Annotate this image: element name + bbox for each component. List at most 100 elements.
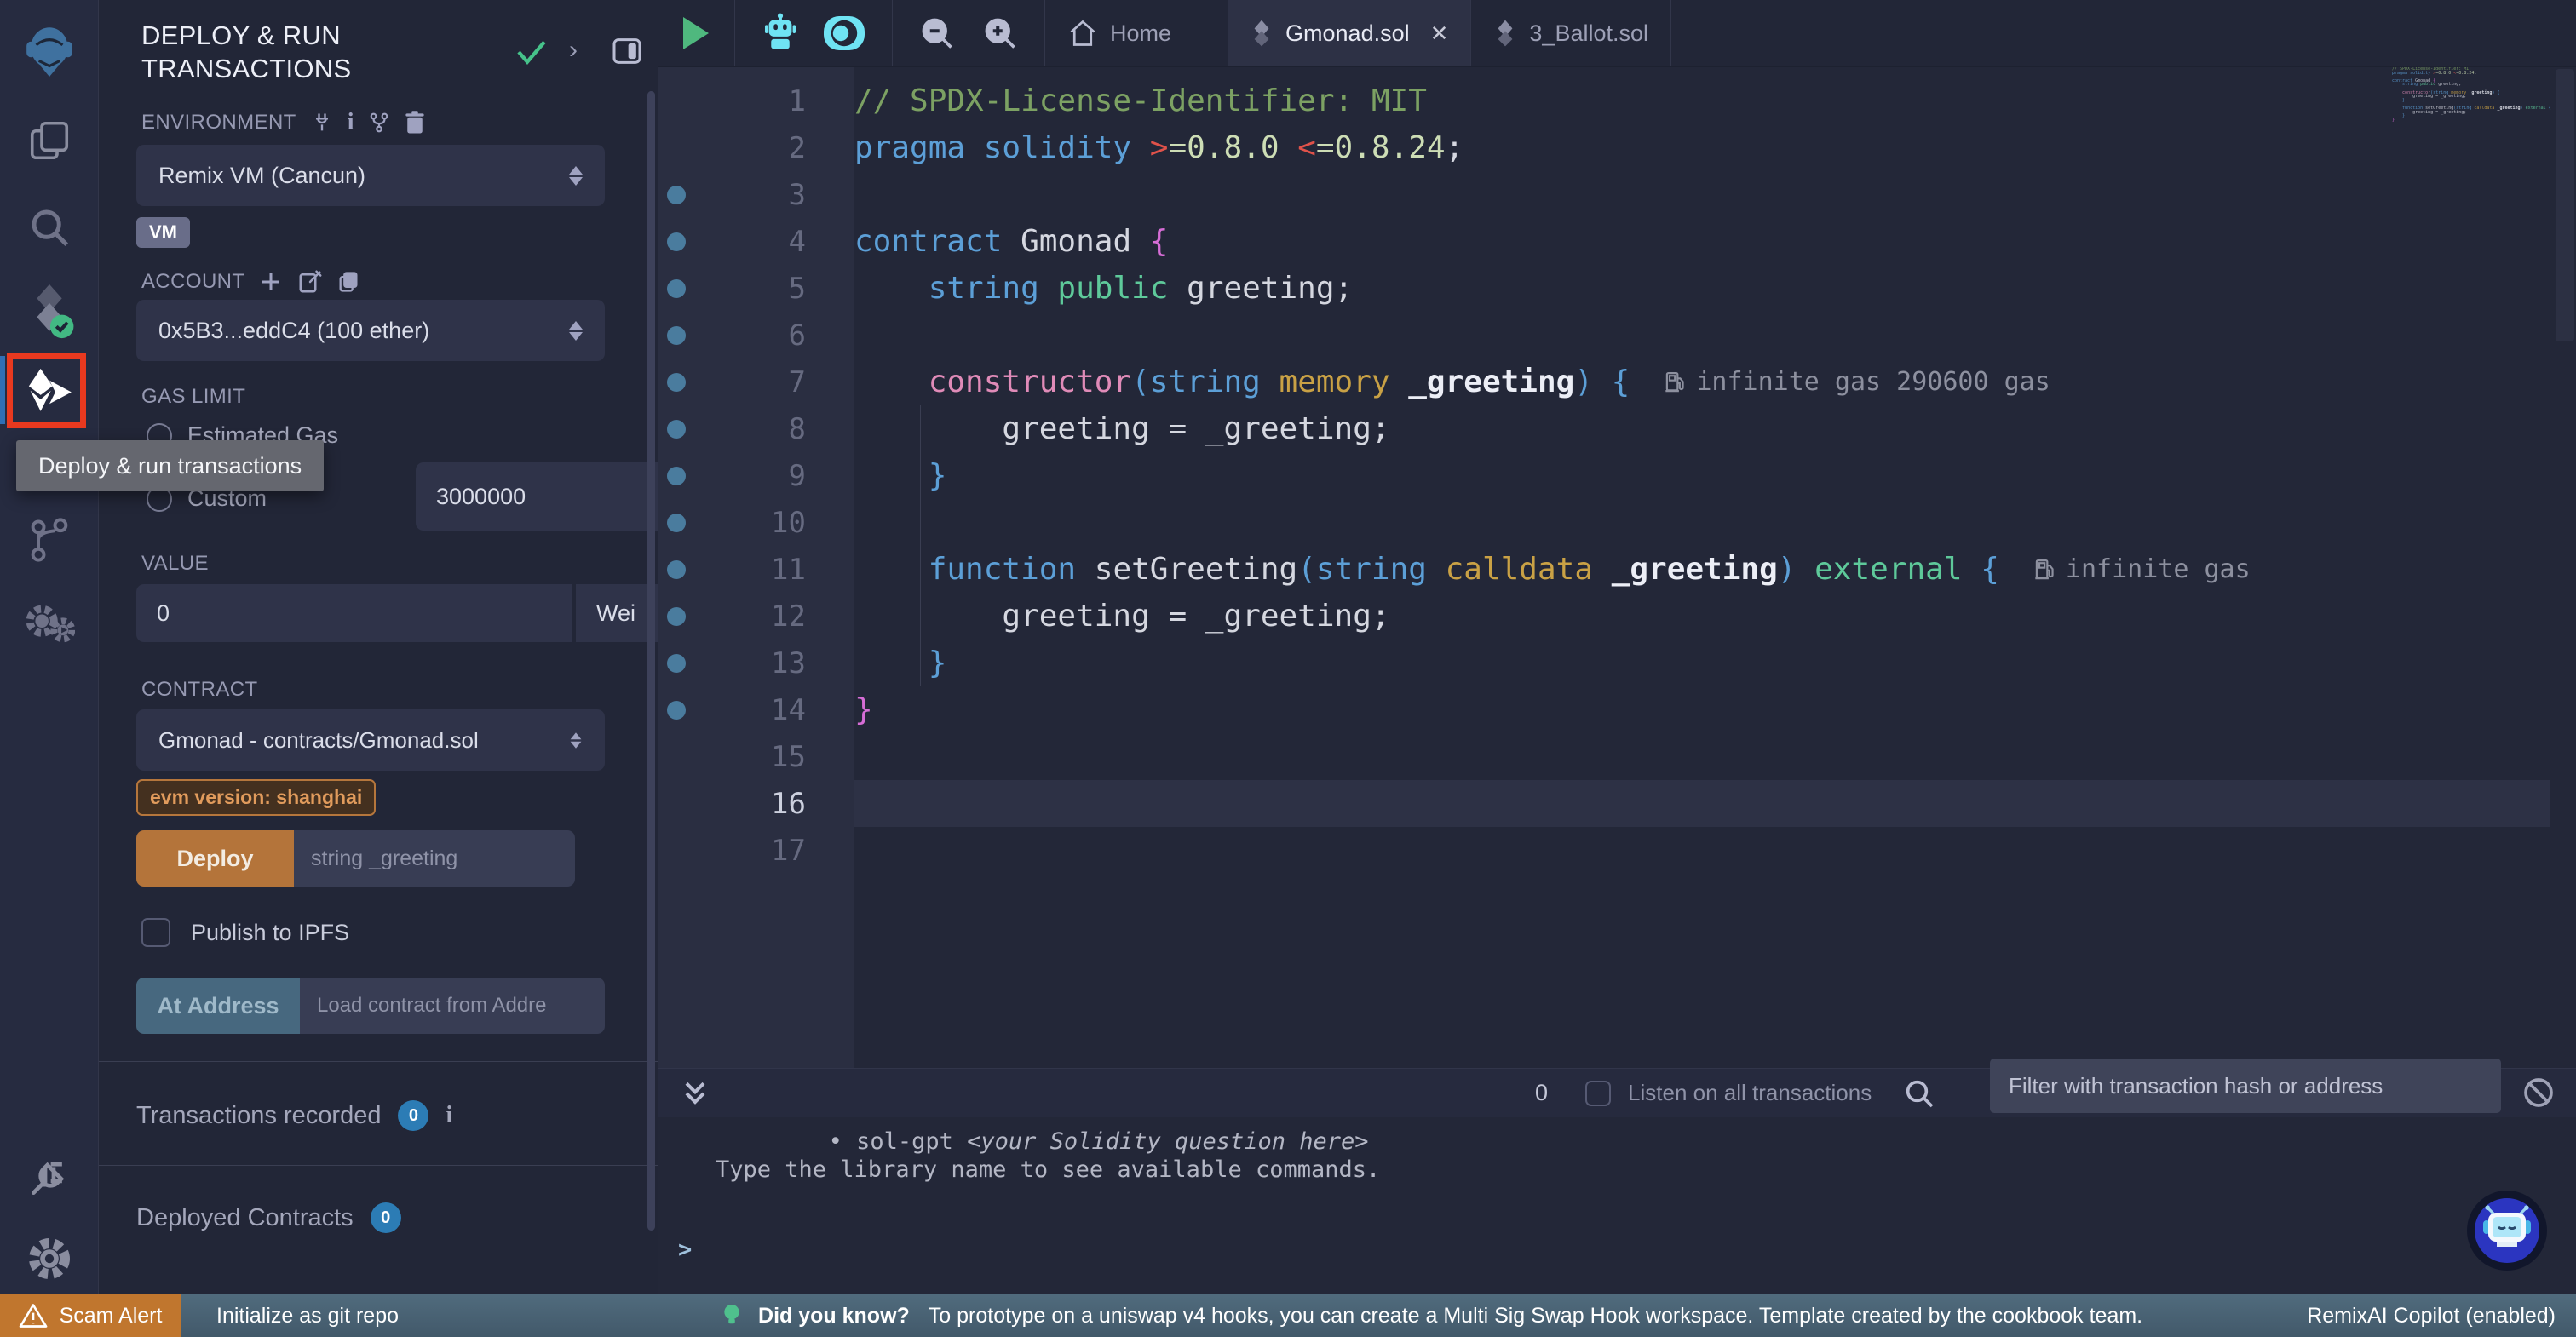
contract-label: CONTRACT [141, 678, 258, 702]
code-text: constructor(string memory _greeting) { [806, 364, 1630, 399]
gutter-dot-icon[interactable] [658, 701, 695, 720]
code-editor[interactable]: 1// SPDX-License-Identifier: MIT2pragma … [658, 67, 2576, 1068]
gutter-dot-icon[interactable] [658, 326, 695, 345]
gutter-dot-icon[interactable] [658, 514, 695, 532]
value-input[interactable]: 0 [136, 584, 572, 642]
gas-estimate-annotation: infinite gas [2033, 554, 2251, 584]
transactions-count-badge: 0 [398, 1100, 428, 1131]
settings-icon[interactable] [0, 1235, 98, 1282]
transactions-recorded-row[interactable]: Transactions recorded 0 i [136, 1100, 452, 1131]
code-text: function setGreeting(string calldata _gr… [806, 552, 1999, 587]
gutter-dot-icon[interactable] [658, 654, 695, 673]
zoom-in-icon[interactable] [981, 14, 1019, 52]
publish-ipfs-row[interactable]: Publish to IPFS [141, 918, 349, 947]
deploy-args-input[interactable]: string _greeting [294, 830, 575, 887]
ai-robot-icon[interactable] [761, 12, 800, 55]
gutter-dot-icon[interactable] [658, 186, 695, 204]
tab-home[interactable]: Home [1044, 0, 1193, 66]
warning-icon [19, 1303, 48, 1328]
gutter-dot-icon[interactable] [658, 232, 695, 251]
plug-icon[interactable] [310, 111, 334, 135]
info-icon[interactable]: i [446, 1102, 452, 1129]
gutter-dot-icon[interactable] [658, 560, 695, 579]
select-arrows-icon [571, 732, 582, 748]
line-number: 7 [695, 365, 806, 399]
code-line: 3 [658, 171, 2576, 218]
panel-scrollbar[interactable] [647, 91, 655, 1231]
minimap[interactable]: // SPDX-License-Identifier: MITpragma so… [2392, 67, 2545, 134]
file-explorer-icon[interactable] [0, 118, 98, 164]
gutter-dot-icon[interactable] [658, 607, 695, 626]
remix-ai-assistant-button[interactable] [2467, 1191, 2547, 1271]
active-plugin-indicator [0, 356, 5, 424]
gutter-dot-icon[interactable] [658, 279, 695, 298]
tab-strip: Home Gmonad.sol ✕ 3_Ballot.sol [1044, 0, 1671, 66]
code-text: } [806, 646, 946, 680]
gutter-dot-icon[interactable] [658, 373, 695, 392]
code-line: 16 [658, 780, 2576, 827]
contract-select[interactable]: Gmonad - contracts/Gmonad.sol [136, 709, 605, 771]
did-you-know-label: Did you know? [758, 1304, 910, 1328]
code-text: } [806, 458, 946, 493]
collapse-chevron-icon[interactable]: › [569, 36, 578, 65]
contract-value: Gmonad - contracts/Gmonad.sol [158, 727, 479, 754]
panel-title: DEPLOY & RUN TRANSACTIONS [141, 19, 525, 85]
did-you-know-tip: To prototype on a uniswap v4 hooks, you … [929, 1304, 2142, 1328]
transactions-recorded-label: Transactions recorded [136, 1102, 381, 1130]
code-lines: 1// SPDX-License-Identifier: MIT2pragma … [658, 77, 2576, 874]
code-line: 9 } [658, 452, 2576, 499]
plugin-manager-icon[interactable] [0, 1153, 98, 1201]
gutter-dot-icon[interactable] [658, 467, 695, 485]
at-address-row: At Address Load contract from Addre [136, 978, 605, 1034]
pin-panel-icon[interactable] [610, 34, 644, 68]
editor-scrollbar[interactable] [2556, 69, 2574, 341]
fork-icon[interactable] [368, 111, 390, 135]
line-number: 11 [695, 553, 806, 587]
code-line: 8 greeting = _greeting; [658, 405, 2576, 452]
edit-icon[interactable] [297, 269, 323, 295]
tab-3-ballot-sol[interactable]: 3_Ballot.sol [1471, 0, 1671, 66]
terminal-prompt[interactable]: > [678, 1237, 692, 1263]
checkbox-icon[interactable] [141, 918, 170, 947]
code-text: contract Gmonad { [806, 224, 1168, 259]
code-text: // SPDX-License-Identifier: MIT [806, 83, 1427, 118]
code-line: 1// SPDX-License-Identifier: MIT [658, 77, 2576, 124]
deployed-contracts-row: Deployed Contracts 0 [136, 1202, 401, 1233]
deployed-contracts-label: Deployed Contracts [136, 1204, 354, 1232]
environment-value: Remix VM (Cancun) [158, 163, 365, 189]
remix-logo-icon[interactable] [0, 22, 98, 78]
trash-icon[interactable] [404, 110, 426, 135]
git-init-button[interactable]: Initialize as git repo [216, 1304, 399, 1328]
zoom-out-icon[interactable] [918, 14, 956, 52]
info-icon[interactable]: i [348, 109, 354, 136]
close-tab-icon[interactable]: ✕ [1430, 20, 1449, 47]
at-address-button[interactable]: At Address [136, 978, 300, 1034]
line-number: 5 [695, 272, 806, 306]
copy-icon[interactable] [336, 269, 360, 295]
plus-icon[interactable] [258, 269, 284, 295]
terminal-output[interactable]: • sol-gpt <your Solidity question here> … [658, 1102, 2576, 1294]
git-icon[interactable] [0, 516, 98, 564]
line-number: 9 [695, 459, 806, 493]
account-select[interactable]: 0x5B3...eddC4 (100 ether) [136, 300, 605, 361]
copilot-status[interactable]: RemixAI Copilot (enabled) [2307, 1304, 2556, 1328]
environment-select[interactable]: Remix VM (Cancun) [136, 145, 605, 206]
scam-alert-button[interactable]: Scam Alert [0, 1294, 181, 1337]
remix-ide-window: DEPLOY & RUN TRANSACTIONS › ENVIRONMENT … [0, 0, 2576, 1337]
solidity-compiler-icon[interactable] [0, 283, 98, 339]
solidity-analyzers-icon[interactable] [0, 601, 98, 644]
code-text: greeting = _greeting; [806, 599, 1390, 634]
search-icon[interactable] [0, 204, 98, 250]
value-label: VALUE [141, 552, 209, 576]
code-line: 2pragma solidity >=0.8.0 <=0.8.24; [658, 124, 2576, 171]
deploy-button[interactable]: Deploy [136, 830, 294, 887]
line-number: 4 [695, 225, 806, 259]
environment-label-row: ENVIRONMENT i [141, 109, 426, 136]
at-address-input[interactable]: Load contract from Addre [300, 978, 605, 1034]
tab-gmonad-sol[interactable]: Gmonad.sol ✕ [1228, 0, 1471, 66]
run-script-icon[interactable] [683, 17, 709, 49]
gutter-dot-icon[interactable] [658, 420, 695, 439]
tab-label: Gmonad.sol [1285, 20, 1410, 47]
copilot-toggle-icon[interactable] [822, 14, 866, 53]
evm-version-badge: evm version: shanghai [136, 779, 376, 816]
